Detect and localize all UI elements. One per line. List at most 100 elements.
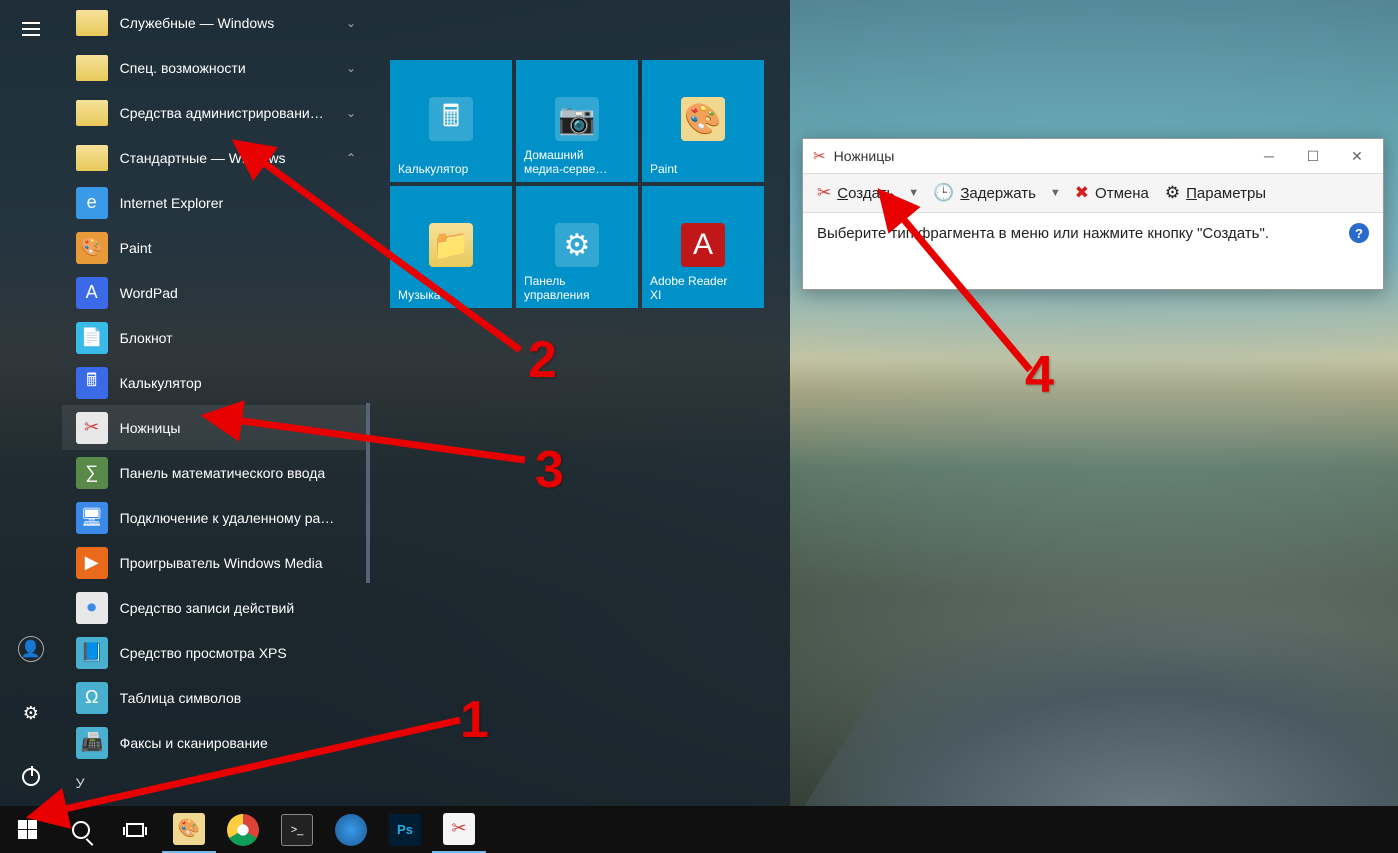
delay-button[interactable]: 🕒 Задержать bbox=[925, 179, 1044, 207]
taskbar-app-cmd[interactable]: >_ bbox=[270, 806, 324, 853]
gear-icon: ⚙ bbox=[23, 703, 39, 724]
snip-icon: ✂ bbox=[76, 412, 108, 444]
wmp-icon: ▶ bbox=[76, 547, 108, 579]
folder-sredstva-admin[interactable]: Средства администрировани… ⌄ bbox=[62, 90, 370, 135]
app-item-calc[interactable]: 🖩 Калькулятор bbox=[62, 360, 370, 405]
app-item-fax[interactable]: 📠 Факсы и сканирование bbox=[62, 720, 370, 765]
help-button[interactable]: ? bbox=[1349, 223, 1369, 243]
tile-1[interactable]: 📷 Домашниймедиа-серве… bbox=[516, 60, 638, 182]
app-item-notepad[interactable]: 📄 Блокнот bbox=[62, 315, 370, 360]
taskbar-app-paint[interactable]: 🎨 bbox=[162, 806, 216, 853]
tile-2[interactable]: 🎨 Paint bbox=[642, 60, 764, 182]
close-button[interactable]: ✕ bbox=[1335, 141, 1379, 171]
app-item-charmap[interactable]: Ω Таблица символов bbox=[62, 675, 370, 720]
annotation-4: 4 bbox=[1025, 345, 1054, 405]
alphabet-header[interactable]: У bbox=[62, 765, 370, 801]
photoshop-icon: Ps bbox=[389, 814, 421, 846]
title-bar[interactable]: ✂ Ножницы ─ ☐ ✕ bbox=[803, 139, 1383, 173]
app-item-steps[interactable]: ⏺ Средство записи действий bbox=[62, 585, 370, 630]
start-menu-rail: 👤 ⚙ bbox=[0, 0, 62, 806]
tile-icon: 📷 bbox=[555, 97, 599, 141]
start-menu-app-list[interactable]: Служебные — Windows ⌄ Спец. возможности … bbox=[62, 0, 370, 806]
minimize-button[interactable]: ─ bbox=[1247, 141, 1291, 171]
app-label: Paint bbox=[120, 240, 362, 256]
tile-icon: 🎨 bbox=[681, 97, 725, 141]
app-item-wordpad[interactable]: A WordPad bbox=[62, 270, 370, 315]
math-icon: ∑ bbox=[76, 457, 108, 489]
start-button[interactable] bbox=[0, 806, 54, 853]
folder-label: Служебные — Windows bbox=[120, 15, 340, 31]
folder-icon bbox=[76, 55, 108, 81]
app-item-rdp[interactable]: 🖥 Подключение к удаленному ра… bbox=[62, 495, 370, 540]
tile-0[interactable]: 🖩 Калькулятор bbox=[390, 60, 512, 182]
start-menu-tiles: 🖩 Калькулятор📷 Домашниймедиа-серве…🎨 Pai… bbox=[370, 0, 790, 806]
tile-3[interactable]: 📁 Музыка bbox=[390, 186, 512, 308]
charmap-icon: Ω bbox=[76, 682, 108, 714]
settings-button[interactable]: ⚙ bbox=[10, 692, 52, 734]
app-item-paint[interactable]: 🎨 Paint bbox=[62, 225, 370, 270]
app-label: Средство записи действий bbox=[120, 600, 362, 616]
create-label: Создать bbox=[837, 185, 894, 202]
tile-4[interactable]: ⚙ Панельуправления bbox=[516, 186, 638, 308]
taskbar: 🎨 >_ Ps ✂ bbox=[0, 806, 1398, 853]
task-view-button[interactable] bbox=[108, 806, 162, 853]
tile-label: Музыка bbox=[398, 288, 504, 302]
tile-label: Калькулятор bbox=[398, 162, 504, 176]
cancel-button[interactable]: ✖ Отмена bbox=[1067, 179, 1157, 207]
maximize-button[interactable]: ☐ bbox=[1291, 141, 1335, 171]
folder-label: Средства администрировани… bbox=[120, 105, 340, 121]
tile-icon: A bbox=[681, 223, 725, 267]
scissors-icon: ✂ bbox=[443, 813, 475, 845]
folder-standartnye[interactable]: Стандартные — Windows ⌃ bbox=[62, 135, 370, 180]
search-button[interactable] bbox=[54, 806, 108, 853]
app-label: Проигрыватель Windows Media bbox=[120, 555, 362, 571]
taskbar-app-chrome[interactable] bbox=[216, 806, 270, 853]
options-button[interactable]: ⚙ Параметры bbox=[1157, 179, 1274, 207]
folder-sluzhebnye[interactable]: Служебные — Windows ⌄ bbox=[62, 0, 370, 45]
delay-dropdown[interactable]: ▼ bbox=[1044, 187, 1067, 199]
tile-label: Домашниймедиа-серве… bbox=[524, 148, 630, 176]
fax-icon: 📠 bbox=[76, 727, 108, 759]
chevron-down-icon: ⌄ bbox=[340, 106, 362, 120]
globe-icon bbox=[335, 814, 367, 846]
hamburger-button[interactable] bbox=[10, 8, 52, 50]
annotation-1: 1 bbox=[460, 690, 489, 750]
calc-icon: 🖩 bbox=[76, 367, 108, 399]
xps-icon: 📘 bbox=[76, 637, 108, 669]
create-dropdown[interactable]: ▼ bbox=[902, 187, 925, 199]
tile-5[interactable]: A Adobe ReaderXI bbox=[642, 186, 764, 308]
folder-icon bbox=[76, 100, 108, 126]
hint-text: Выберите тип фрагмента в меню или нажмит… bbox=[817, 223, 1339, 245]
options-label: Параметры bbox=[1186, 185, 1266, 202]
folder-spets[interactable]: Спец. возможности ⌄ bbox=[62, 45, 370, 90]
taskbar-app-photoshop[interactable]: Ps bbox=[378, 806, 432, 853]
chevron-up-icon: ⌃ bbox=[340, 151, 362, 165]
cmd-icon: >_ bbox=[281, 814, 313, 846]
app-item-snip[interactable]: ✂ Ножницы bbox=[62, 405, 370, 450]
app-label: Блокнот bbox=[120, 330, 362, 346]
window-title: Ножницы bbox=[834, 148, 895, 164]
app-label: Факсы и сканирование bbox=[120, 735, 362, 751]
folder-icon bbox=[76, 145, 108, 171]
create-button[interactable]: ✂ Создать bbox=[809, 179, 902, 207]
toolbar: ✂ Создать ▼ 🕒 Задержать ▼ ✖ Отмена ⚙ Пар… bbox=[803, 173, 1383, 213]
taskbar-app-snipping-tool[interactable]: ✂ bbox=[432, 806, 486, 853]
gear-icon: ⚙ bbox=[1165, 183, 1180, 203]
power-button[interactable] bbox=[10, 756, 52, 798]
app-label: Панель математического ввода bbox=[120, 465, 362, 481]
app-item-wmp[interactable]: ▶ Проигрыватель Windows Media bbox=[62, 540, 370, 585]
user-account-button[interactable]: 👤 bbox=[10, 628, 52, 670]
chevron-down-icon: ⌄ bbox=[340, 16, 362, 30]
taskbar-app-earth[interactable] bbox=[324, 806, 378, 853]
cancel-label: Отмена bbox=[1095, 185, 1149, 202]
windows-logo-icon bbox=[18, 820, 37, 839]
app-item-xps[interactable]: 📘 Средство просмотра XPS bbox=[62, 630, 370, 675]
folder-label: Спец. возможности bbox=[120, 60, 340, 76]
app-item-ie[interactable]: e Internet Explorer bbox=[62, 180, 370, 225]
scrollbar-thumb[interactable] bbox=[366, 403, 370, 583]
app-item-math[interactable]: ∑ Панель математического ввода bbox=[62, 450, 370, 495]
tile-label: Paint bbox=[650, 162, 756, 176]
folder-icon bbox=[76, 10, 108, 36]
cancel-icon: ✖ bbox=[1075, 183, 1089, 203]
paint-icon: 🎨 bbox=[173, 813, 205, 845]
